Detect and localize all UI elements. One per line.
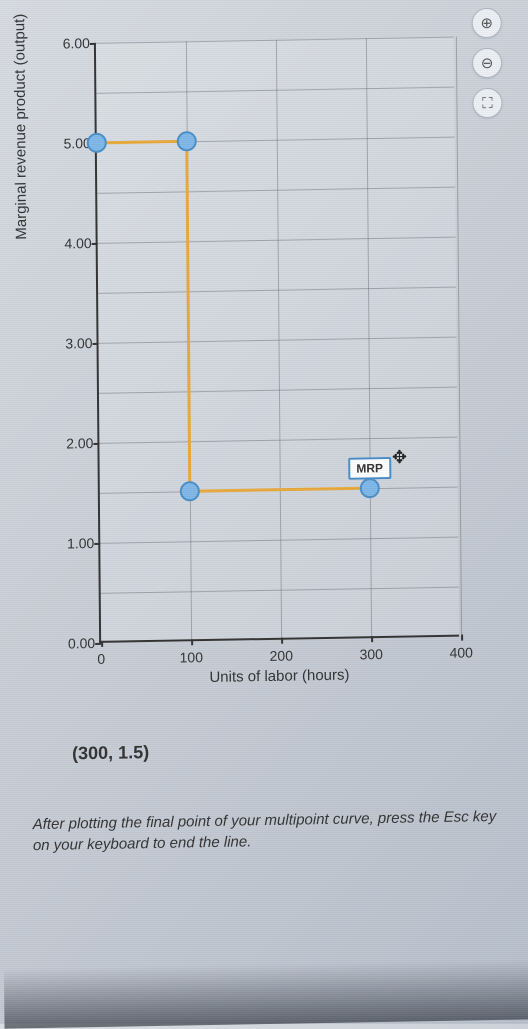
- y-tick-label: 2.00: [55, 435, 93, 452]
- y-tick-label: 3.00: [54, 335, 92, 352]
- plot-area[interactable]: MRP ✥ 0 100 200 300 400: [94, 37, 459, 643]
- chart-toolbar: ⊕ ⊖ ⛶: [472, 8, 503, 119]
- x-axis-title: Units of labor (hours): [99, 665, 459, 688]
- coordinate-readout: (300, 1.5): [72, 742, 149, 764]
- y-tick-label: 0.00: [57, 635, 95, 652]
- zoom-in-button[interactable]: ⊕: [472, 8, 502, 39]
- zoom-out-button[interactable]: ⊖: [472, 48, 502, 79]
- x-tick-label: 100: [180, 649, 203, 665]
- x-tick-label: 300: [359, 646, 382, 662]
- y-tick-label: 6.00: [52, 35, 90, 52]
- x-tick-label: 200: [270, 648, 293, 664]
- y-tick-label: 1.00: [56, 535, 94, 552]
- fullscreen-button[interactable]: ⛶: [472, 88, 502, 119]
- y-tick-label: 5.00: [53, 135, 91, 152]
- series-svg: [96, 37, 461, 643]
- x-tick-label: 400: [449, 644, 472, 660]
- x-tick-label: 0: [97, 651, 105, 667]
- y-tick-label: 4.00: [54, 235, 92, 252]
- mrp-chart: Marginal revenue product (output) 6.00 5…: [34, 36, 470, 704]
- instruction-text: After plotting the final point of your m…: [33, 806, 501, 856]
- y-axis-title: Marginal revenue product (output): [11, 14, 30, 240]
- mrp-line: [97, 138, 370, 493]
- series-label: MRP: [348, 457, 391, 480]
- screen-edge-shadow: [4, 959, 528, 1028]
